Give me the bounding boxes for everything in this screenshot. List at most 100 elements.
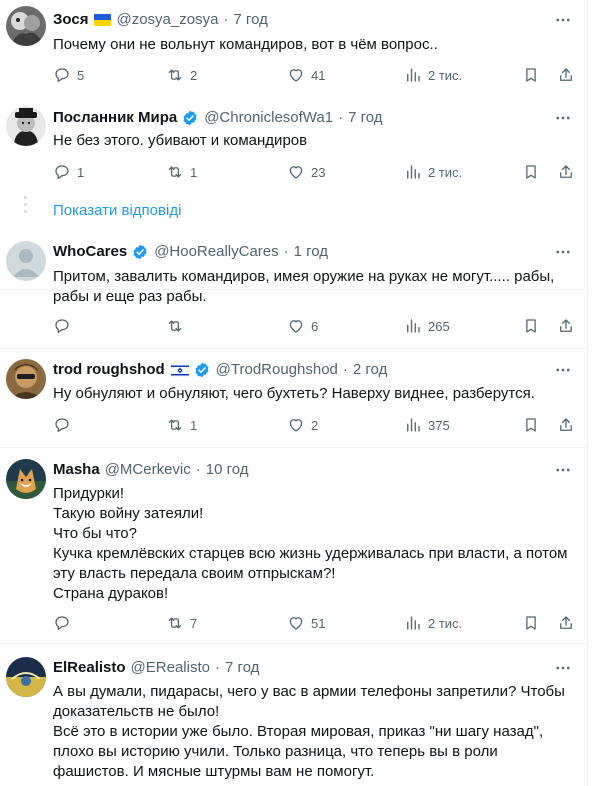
author-handle[interactable]: @HooReallyCares: [154, 242, 278, 262]
author-name[interactable]: Посланник Мира: [53, 108, 177, 128]
reply-button[interactable]: [53, 315, 77, 337]
repost-button[interactable]: [166, 315, 190, 337]
tweet-text-line: Притом, завалить командиров, имея оружие…: [53, 268, 555, 285]
tweet-reply[interactable]: Masha @MCerkevic · 10 год Придурки! Таку…: [0, 448, 588, 644]
verified-badge-icon: [193, 361, 211, 379]
share-button[interactable]: [557, 64, 575, 86]
author-name[interactable]: Зося: [53, 10, 88, 30]
reply-button[interactable]: [53, 414, 77, 436]
more-icon[interactable]: [552, 360, 574, 380]
like-count: 41: [311, 67, 326, 83]
author-name[interactable]: trod roughshod: [53, 360, 165, 380]
like-count: 2: [311, 417, 319, 433]
timestamp[interactable]: 7 год: [233, 10, 267, 30]
share-button[interactable]: [557, 612, 575, 634]
more-icon[interactable]: [552, 242, 574, 262]
more-icon[interactable]: [552, 10, 574, 30]
bookmark-button[interactable]: [522, 612, 540, 634]
show-replies-link[interactable]: Показати відповіді: [53, 202, 181, 219]
share-button[interactable]: [557, 161, 575, 183]
more-icon[interactable]: [552, 460, 574, 480]
tweet-text: Не без этого. убивают и командиров: [53, 131, 573, 151]
tweet-text-line: Придурки!: [53, 485, 125, 502]
separator-dot: ·: [338, 109, 344, 126]
author-handle[interactable]: @TrodRoughshod: [216, 360, 338, 380]
views-button[interactable]: 2 тис.: [404, 64, 462, 86]
avatar[interactable]: [6, 459, 46, 499]
avatar[interactable]: [6, 359, 46, 399]
views-button[interactable]: 375: [404, 414, 450, 436]
tweet-reply[interactable]: ElRealisto @ERealisto · 7 год А вы думал…: [0, 644, 588, 786]
like-icon: [289, 320, 303, 333]
views-icon: [407, 165, 420, 179]
author-name[interactable]: Masha: [53, 460, 100, 480]
bookmark-icon: [526, 319, 536, 333]
avatar[interactable]: [6, 241, 46, 281]
action-bar: 6 265: [50, 315, 580, 337]
share-button[interactable]: [557, 315, 575, 337]
separator-dot: ·: [214, 659, 220, 676]
views-button[interactable]: 265: [404, 315, 450, 337]
separator-dot: ·: [283, 243, 289, 260]
bookmark-button[interactable]: [522, 414, 540, 436]
author-handle[interactable]: @MCerkevic: [105, 460, 191, 480]
author-handle[interactable]: @ERealisto: [131, 658, 210, 678]
reply-icon: [55, 418, 69, 433]
timestamp[interactable]: 2 год: [353, 360, 387, 380]
views-icon: [407, 616, 420, 630]
tweet-text-line: Не без этого. убивают и командиров: [53, 132, 308, 149]
tweet-reply[interactable]: Зося @zosya_zosya · 7 год Почему они не …: [0, 0, 588, 98]
repost-button[interactable]: 1: [166, 414, 197, 436]
bookmark-icon: [526, 418, 536, 432]
reply-button[interactable]: 5: [53, 64, 84, 86]
share-icon: [560, 165, 572, 178]
like-button[interactable]: 51: [287, 612, 325, 634]
timestamp[interactable]: 7 год: [348, 108, 382, 128]
timestamp[interactable]: 10 год: [206, 460, 249, 480]
repost-count: 2: [190, 67, 198, 83]
bookmark-button[interactable]: [522, 161, 540, 183]
reply-button[interactable]: 1: [53, 161, 84, 183]
share-icon: [560, 68, 572, 81]
like-button[interactable]: 6: [287, 315, 318, 337]
replies-feed: Зося @zosya_zosya · 7 год Почему они не …: [0, 0, 588, 786]
bookmark-icon: [526, 165, 536, 179]
views-count: 2 тис.: [428, 67, 463, 83]
tweet-text-line: Всё это в истории уже было. Вторая миров…: [53, 723, 544, 740]
avatar[interactable]: [6, 6, 46, 46]
repost-button[interactable]: 2: [166, 64, 197, 86]
timestamp[interactable]: 7 год: [225, 658, 259, 678]
action-bar: 7 51 2 тис.: [50, 612, 580, 634]
reply-count: 5: [77, 67, 85, 83]
bookmark-button[interactable]: [522, 315, 540, 337]
repost-button[interactable]: 7: [166, 612, 197, 634]
repost-icon: [168, 617, 182, 629]
more-icon[interactable]: [552, 108, 574, 128]
like-button[interactable]: 23: [287, 161, 325, 183]
repost-icon: [168, 166, 182, 178]
avatar[interactable]: [6, 106, 46, 146]
tweet-text-line: Кучка кремлёвских старцев всю жизнь удер…: [53, 545, 568, 562]
views-button[interactable]: 2 тис.: [404, 612, 462, 634]
tweet-reply[interactable]: WhoCares @HooReallyCares · 1 год Притом,…: [0, 232, 588, 349]
reply-button[interactable]: [53, 612, 77, 634]
repost-button[interactable]: 1: [166, 161, 197, 183]
like-button[interactable]: 2: [287, 414, 318, 436]
author-handle[interactable]: @zosya_zosya: [116, 10, 218, 30]
author-name[interactable]: WhoCares: [53, 242, 127, 262]
views-button[interactable]: 2 тис.: [404, 161, 462, 183]
timestamp[interactable]: 1 год: [294, 242, 328, 262]
like-button[interactable]: 41: [287, 64, 325, 86]
tweet-reply[interactable]: trod roughshod @TrodRoughshod · 2 год Ну…: [0, 349, 588, 448]
tweet-text: А вы думали, пидарасы, чего у вас в арми…: [53, 682, 573, 782]
reply-icon: [55, 68, 69, 83]
action-bar: 5 2 41 2 тис.: [50, 64, 580, 86]
bookmark-button[interactable]: [522, 64, 540, 86]
share-button[interactable]: [557, 414, 575, 436]
author-name[interactable]: ElRealisto: [53, 658, 126, 678]
author-handle[interactable]: @ChroniclesofWa1: [204, 108, 333, 128]
verified-badge-icon: [131, 243, 149, 261]
avatar[interactable]: [6, 657, 46, 697]
more-icon[interactable]: [552, 658, 574, 678]
reply-count: 1: [77, 164, 85, 180]
